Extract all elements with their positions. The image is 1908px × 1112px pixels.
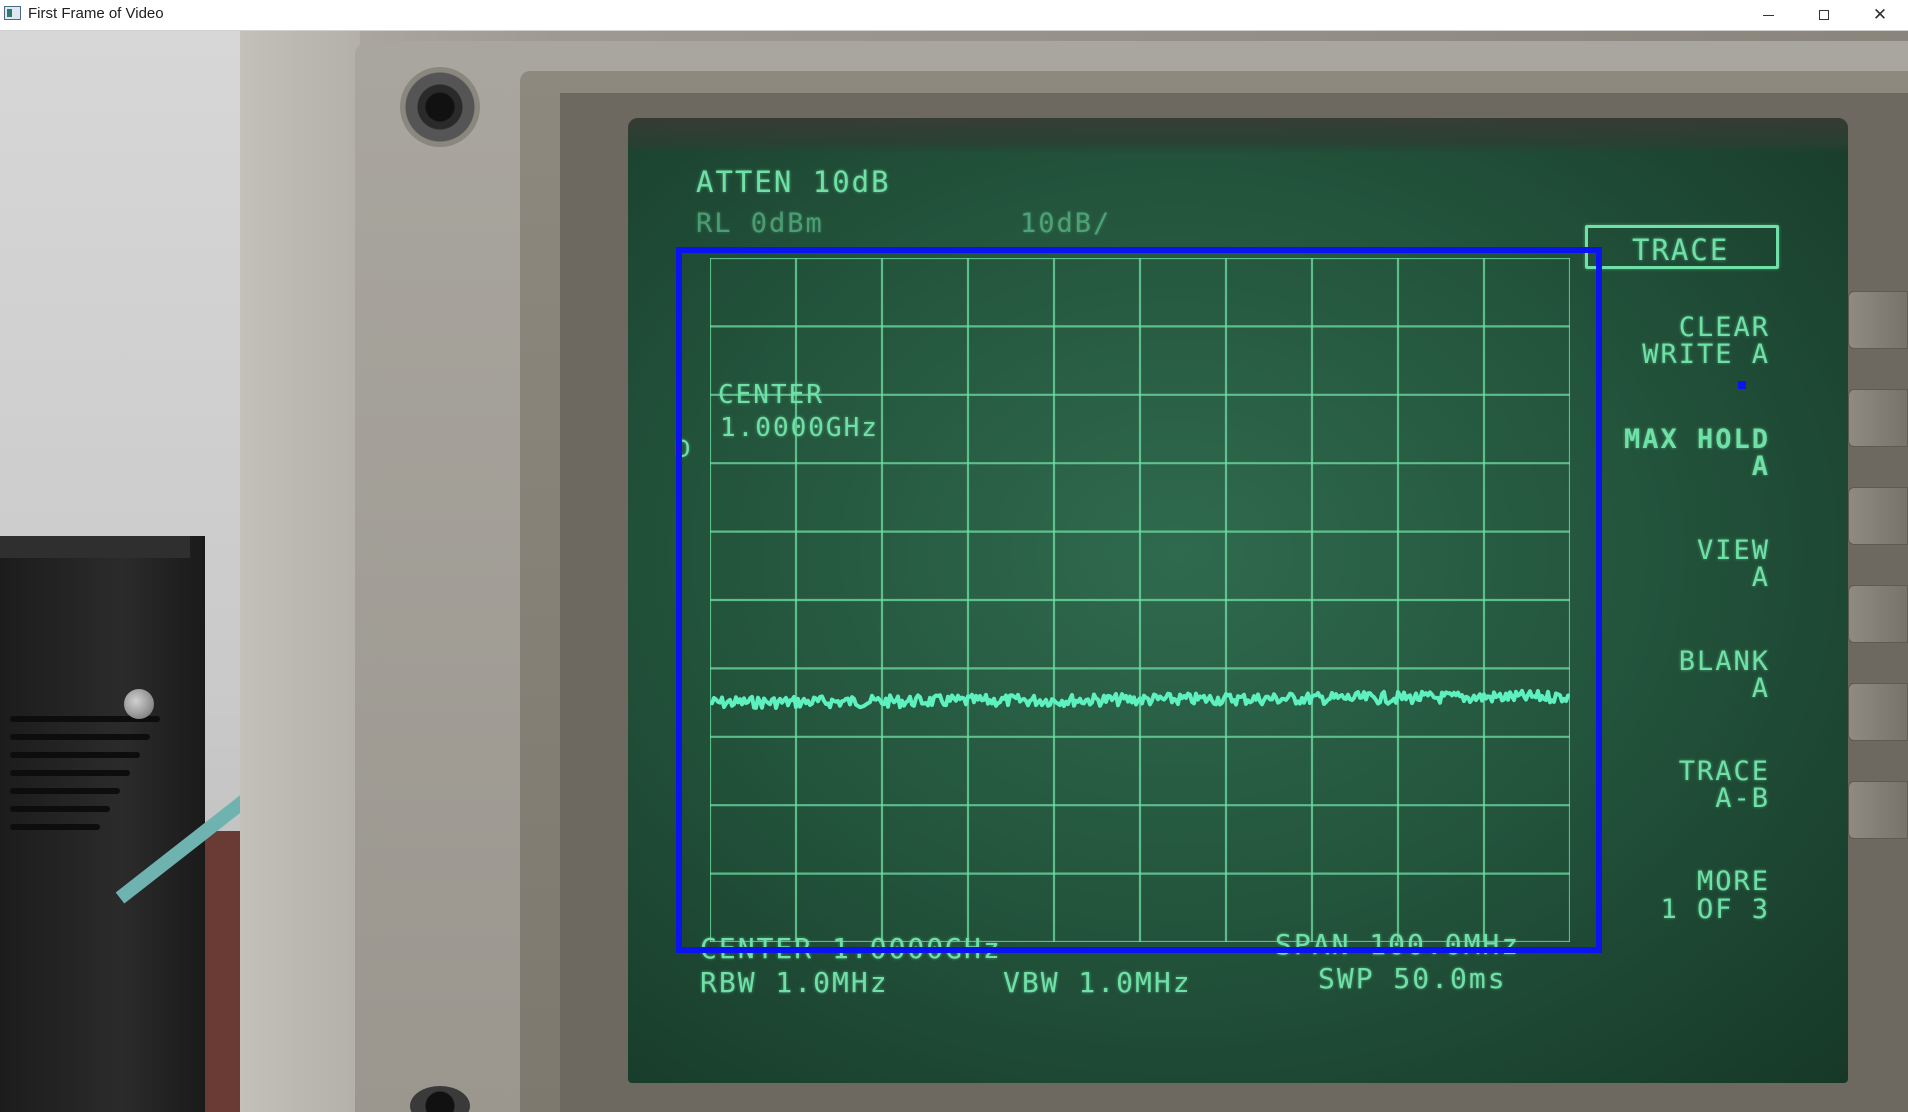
softkey-label-max-hold-line1: MAX HOLD [1623,424,1770,455]
softkey-label-blank-line2: A [1751,673,1770,704]
softkey-label-more-line2: 1 OF 3 [1660,894,1770,925]
scale-readout: 10dB/ [1020,208,1112,239]
minimize-icon [1762,14,1774,16]
softkey-label-max-hold-line2: A [1751,451,1770,482]
reference-level-readout: RL 0dBm [696,208,824,239]
softkey-label-view-line2: A [1751,562,1770,593]
close-button[interactable]: ✕ [1852,0,1908,30]
maximize-icon [1819,10,1829,20]
app-icon [4,6,21,20]
maximize-button[interactable] [1796,0,1852,30]
softkey-4 [1848,585,1908,643]
power-supply-box [0,536,205,1112]
softkey-label-clear-write-line2: WRITE A [1642,339,1770,370]
softkey-label-blank-line1: BLANK [1678,646,1770,677]
softkey-1 [1848,291,1908,349]
crt-top-edge [628,118,1848,154]
minimize-button[interactable] [1740,0,1796,30]
power-supply-knob [124,689,154,719]
softkey-3 [1848,487,1908,545]
window-title-bar: First Frame of Video ✕ [0,0,1908,31]
selection-rectangle[interactable] [676,247,1602,953]
window-title: First Frame of Video [28,5,164,22]
footer-resolution-bandwidth: RBW 1.0MHz [700,966,889,999]
softkey-buttons [1848,291,1908,891]
softkey-label-clear-write-line1: CLEAR [1678,312,1770,343]
softkey-6 [1848,781,1908,839]
softkey-label-trace-ab-line1: TRACE [1678,756,1770,787]
softkey-5 [1848,683,1908,741]
attenuation-readout: ATTEN 10dB [696,165,891,199]
close-icon: ✕ [1872,4,1888,25]
selection-point [1738,381,1746,389]
softkey-label-more-line1: MORE [1696,866,1770,897]
footer-video-bandwidth: VBW 1.0MHz [1003,966,1192,999]
instrument-side-panel [240,31,360,1112]
mounting-screw [400,67,480,147]
power-supply-top [0,536,190,558]
softkey-label-trace-ab-line2: A-B [1715,783,1770,814]
menu-title: TRACE [1632,233,1730,267]
footer-sweep-time: SWP 50.0ms [1318,962,1507,995]
softkey-label-view-line1: VIEW [1696,535,1770,566]
softkey-2 [1848,389,1908,447]
